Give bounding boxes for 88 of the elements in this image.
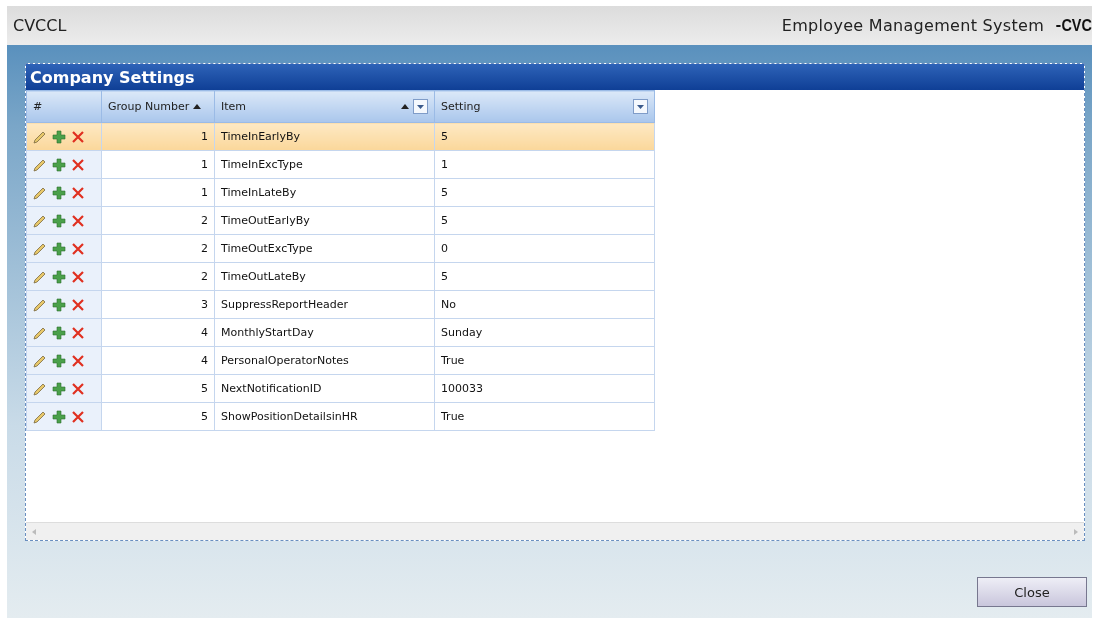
pencil-icon[interactable] (33, 297, 47, 312)
table-cell: 2 (101, 206, 215, 235)
table-row[interactable]: 1 TimeInLateBy 5 (26, 178, 655, 207)
table-cell: 5 (434, 206, 655, 235)
table-cell: SuppressReportHeader (214, 290, 435, 319)
table-cell: 5 (434, 262, 655, 291)
plus-icon[interactable] (52, 325, 66, 340)
plus-icon[interactable] (52, 213, 66, 228)
pencil-icon[interactable] (33, 129, 47, 144)
delete-icon[interactable] (71, 129, 85, 144)
table-row[interactable]: 1 TimeInEarlyBy 5 (26, 122, 655, 151)
table-cell: PersonalOperatorNotes (214, 346, 435, 375)
table-row[interactable]: 1 TimeInExcType 1 (26, 150, 655, 179)
pencil-icon[interactable] (33, 157, 47, 172)
table-cell: 2 (101, 234, 215, 263)
table-cell: 1 (434, 150, 655, 179)
table-cell: TimeInExcType (214, 150, 435, 179)
column-header[interactable]: # (26, 90, 102, 123)
table-cell: TimeOutEarlyBy (214, 206, 435, 235)
column-header[interactable]: Item (214, 90, 435, 123)
panel-title: Company Settings (26, 64, 1084, 90)
delete-icon[interactable] (71, 381, 85, 396)
table-cell: 100033 (434, 374, 655, 403)
plus-icon[interactable] (52, 129, 66, 144)
table-cell: TimeInEarlyBy (214, 122, 435, 151)
delete-icon[interactable] (71, 241, 85, 256)
table-cell: 4 (101, 318, 215, 347)
table-row[interactable]: 5 ShowPositionDetailsinHR True (26, 402, 655, 431)
pencil-icon[interactable] (33, 241, 47, 256)
table-row[interactable]: 2 TimeOutEarlyBy 5 (26, 206, 655, 235)
pencil-icon[interactable] (33, 325, 47, 340)
delete-icon[interactable] (71, 325, 85, 340)
table-cell: True (434, 346, 655, 375)
plus-icon[interactable] (52, 157, 66, 172)
app-title: CVCCL (13, 16, 67, 35)
column-header[interactable]: Setting (434, 90, 655, 123)
table-cell: 4 (101, 346, 215, 375)
table-cell: 1 (101, 178, 215, 207)
plus-icon[interactable] (52, 353, 66, 368)
column-header[interactable]: Group Number (101, 90, 215, 123)
table-row[interactable]: 3 SuppressReportHeader No (26, 290, 655, 319)
delete-icon[interactable] (71, 353, 85, 368)
table-row[interactable]: 2 TimeOutExcType 0 (26, 234, 655, 263)
table-cell: 2 (101, 262, 215, 291)
plus-icon[interactable] (52, 185, 66, 200)
table-cell: 5 (434, 122, 655, 151)
pencil-icon[interactable] (33, 409, 47, 424)
table-cell: TimeOutLateBy (214, 262, 435, 291)
table-cell: 1 (101, 122, 215, 151)
table-cell: MonthlyStartDay (214, 318, 435, 347)
table-cell: 5 (434, 178, 655, 207)
table-cell: ShowPositionDetailsinHR (214, 402, 435, 431)
table-cell: 5 (101, 402, 215, 431)
plus-icon[interactable] (52, 241, 66, 256)
table-cell: TimeOutExcType (214, 234, 435, 263)
table-cell: NextNotificationID (214, 374, 435, 403)
filter-dropdown-icon[interactable] (413, 99, 428, 114)
delete-icon[interactable] (71, 297, 85, 312)
delete-icon[interactable] (71, 269, 85, 284)
close-button[interactable]: Close (977, 577, 1087, 607)
table-row[interactable]: 4 PersonalOperatorNotes True (26, 346, 655, 375)
delete-icon[interactable] (71, 213, 85, 228)
table-cell: No (434, 290, 655, 319)
plus-icon[interactable] (52, 269, 66, 284)
pencil-icon[interactable] (33, 269, 47, 284)
pencil-icon[interactable] (33, 353, 47, 368)
pencil-icon[interactable] (33, 185, 47, 200)
table-cell: 0 (434, 234, 655, 263)
table-cell: TimeInLateBy (214, 178, 435, 207)
plus-icon[interactable] (52, 297, 66, 312)
table-cell: 5 (101, 374, 215, 403)
delete-icon[interactable] (71, 409, 85, 424)
table-cell: 3 (101, 290, 215, 319)
pencil-icon[interactable] (33, 381, 47, 396)
delete-icon[interactable] (71, 157, 85, 172)
delete-icon[interactable] (71, 185, 85, 200)
plus-icon[interactable] (52, 381, 66, 396)
table-cell: Sunday (434, 318, 655, 347)
table-row[interactable]: 2 TimeOutLateBy 5 (26, 262, 655, 291)
plus-icon[interactable] (52, 409, 66, 424)
system-name: Employee Management System (781, 16, 1045, 35)
table-row[interactable]: 4 MonthlyStartDay Sunday (26, 318, 655, 347)
pencil-icon[interactable] (33, 213, 47, 228)
table-cell: 1 (101, 150, 215, 179)
table-row[interactable]: 5 NextNotificationID 100033 (26, 374, 655, 403)
filter-dropdown-icon[interactable] (633, 99, 648, 114)
logo: CVC (1056, 15, 1092, 36)
table-cell: True (434, 402, 655, 431)
